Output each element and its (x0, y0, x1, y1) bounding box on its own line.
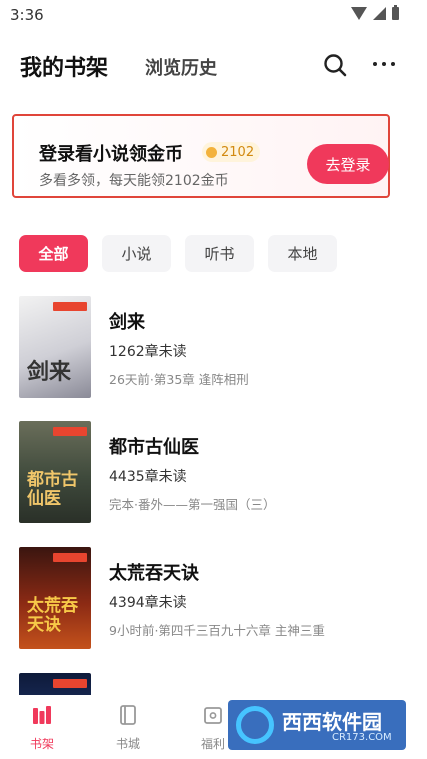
book-cover (19, 673, 91, 695)
book-title: 剑来 (109, 312, 145, 333)
signal-icon (373, 7, 386, 20)
nav-label: 书架 (29, 737, 54, 751)
login-promo-title: 登录看小说领金币 (39, 144, 183, 165)
book-progress: 9小时前·第四千三百九十六章 主神三重 (109, 623, 325, 638)
top-header: 我的书架 浏览历史 (0, 40, 427, 90)
coin-value: 2102 (221, 144, 255, 160)
publisher-badge (53, 553, 87, 562)
book-cover: 都市古仙医 (19, 421, 91, 523)
watermark-logo: 西西软件园 CR173.COM (228, 700, 406, 750)
cover-title: 都市古仙医 (27, 470, 78, 509)
cover-title: 太荒吞天诀 (27, 596, 78, 635)
publisher-badge (53, 679, 87, 688)
book-unread-count: 4394章未读 (109, 595, 187, 611)
watermark-site: CR173.COM (332, 732, 392, 743)
book-unread-count: 1262章未读 (109, 344, 187, 360)
coin-badge: 2102 (202, 142, 261, 162)
search-icon[interactable] (323, 53, 347, 77)
login-button[interactable]: 去登录 (307, 144, 389, 184)
book-title: 都市古仙医 (109, 437, 199, 458)
cover-title: 剑来 (27, 359, 72, 385)
nav-bookshelf[interactable]: 书架 (17, 705, 67, 752)
book-item[interactable]: 剑来 剑来 1262章未读 26天前·第35章 逢阵相刑 (19, 296, 409, 400)
filter-local[interactable]: 本地 (268, 235, 337, 272)
filter-all[interactable]: 全部 (19, 235, 88, 272)
gift-icon (204, 707, 222, 724)
book-item[interactable]: 太荒吞天诀 太荒吞天诀 4394章未读 9小时前·第四千三百九十六章 主神三重 (19, 547, 409, 651)
book-title: 太荒吞天诀 (109, 563, 199, 584)
status-bar: 3:36 (0, 0, 427, 32)
watermark-text: 西西软件园 (282, 710, 382, 734)
login-promo-subtitle: 多看多领，每天能领2102金币 (39, 173, 229, 189)
watermark-mark-icon (236, 706, 274, 744)
filter-novel[interactable]: 小说 (102, 235, 171, 272)
book-cover: 剑来 (19, 296, 91, 398)
publisher-badge (53, 427, 87, 436)
login-promo-card[interactable]: 登录看小说领金币 2102 多看多领，每天能领2102金币 去登录 (12, 114, 390, 198)
coin-icon (206, 146, 217, 158)
book-item[interactable]: 都市古仙医 都市古仙医 4435章未读 完本·番外——第一强国（三） (19, 421, 409, 525)
status-icons (351, 5, 399, 20)
battery-icon (392, 5, 399, 20)
book-icon (120, 705, 136, 725)
tab-my-bookshelf[interactable]: 我的书架 (20, 50, 108, 82)
book-item-partial[interactable] (19, 673, 409, 695)
tab-browse-history[interactable]: 浏览历史 (145, 54, 217, 80)
wifi-icon (351, 7, 367, 20)
filter-tabs: 全部 小说 听书 本地 (19, 235, 337, 272)
nav-label: 书城 (115, 737, 140, 751)
filter-audiobook[interactable]: 听书 (185, 235, 254, 272)
status-time: 3:36 (10, 6, 44, 24)
book-progress: 完本·番外——第一强国（三） (109, 497, 276, 512)
book-cover: 太荒吞天诀 (19, 547, 91, 649)
more-icon[interactable] (373, 62, 395, 66)
book-progress: 26天前·第35章 逢阵相刑 (109, 372, 249, 387)
publisher-badge (53, 302, 87, 311)
bookshelf-icon (33, 706, 51, 724)
nav-bookstore[interactable]: 书城 (103, 705, 153, 752)
book-unread-count: 4435章未读 (109, 469, 187, 485)
